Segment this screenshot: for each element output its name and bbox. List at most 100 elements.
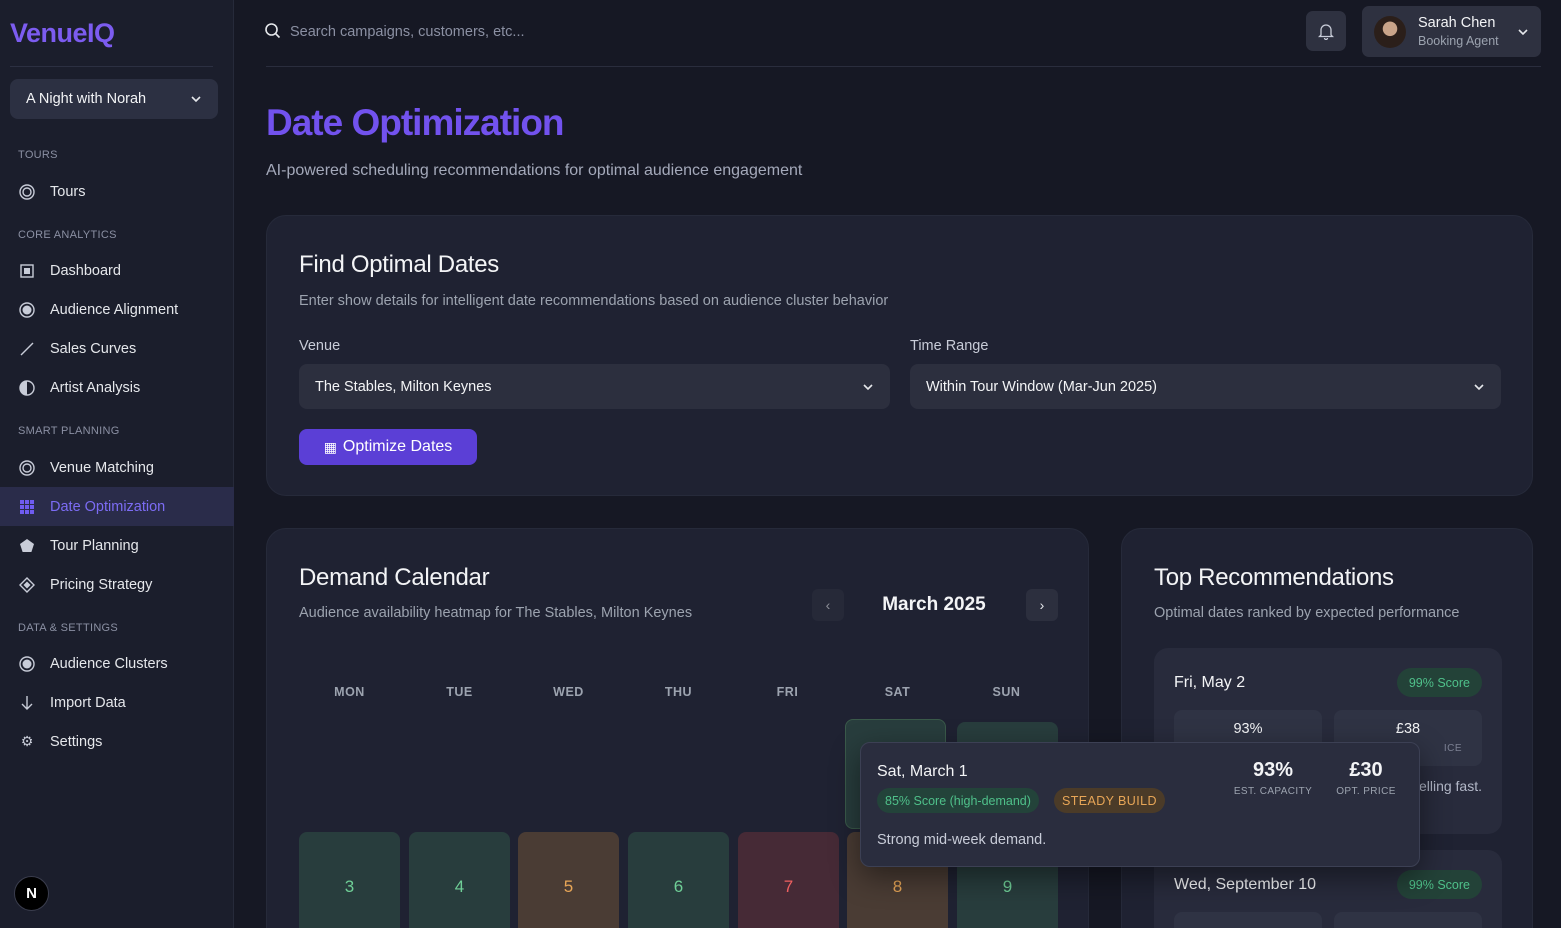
sidebar-item-import-data[interactable]: Import Data <box>0 683 234 722</box>
sidebar-item-label: Tours <box>50 183 86 200</box>
half-circle-icon <box>18 379 36 397</box>
framework-badge[interactable]: N <box>14 876 49 911</box>
day-tooltip: Sat, March 1 85% Score (high-demand) STE… <box>860 742 1420 867</box>
circle-dot-icon <box>18 655 36 673</box>
calendar-day[interactable]: 7 <box>738 832 839 928</box>
sidebar-item-label: Tour Planning <box>50 537 139 554</box>
app-logo[interactable]: VenueIQ <box>10 18 115 49</box>
sidebar-item-label: Artist Analysis <box>50 379 141 396</box>
chevron-down-icon <box>1518 28 1528 35</box>
sidebar-item-audience-alignment[interactable]: Audience Alignment <box>0 290 234 329</box>
search-icon <box>265 23 281 39</box>
sidebar-item-date-optimization[interactable]: Date Optimization <box>0 487 234 526</box>
avatar <box>1374 15 1406 48</box>
price-metric <box>1334 912 1482 928</box>
weekday-header: TUE <box>446 685 473 699</box>
tooltip-date: Sat, March 1 <box>877 763 968 780</box>
score-badge: 85% Score (high-demand) <box>877 788 1039 813</box>
calendar-day[interactable]: 4 <box>409 832 510 928</box>
sidebar-item-label: Audience Clusters <box>50 655 168 672</box>
time-range-select-value: Within Tour Window (Mar-Jun 2025) <box>926 378 1158 395</box>
capacity-metric <box>1174 912 1322 928</box>
calendar-grid-icon <box>18 498 36 516</box>
sidebar-item-label: Audience Alignment <box>50 301 179 318</box>
capacity-label: EST. CAPACITY <box>1233 786 1313 797</box>
prev-month-button[interactable]: ‹ <box>812 589 844 621</box>
sidebar-item-settings[interactable]: ⚙ Settings <box>0 722 234 761</box>
circle-dot-icon <box>18 301 36 319</box>
optimize-dates-button[interactable]: ▦ Optimize Dates <box>299 429 477 465</box>
capacity-value: 93% <box>1252 759 1294 781</box>
price-label: OPT. PRICE <box>1336 786 1396 797</box>
chevron-down-icon <box>1474 383 1484 390</box>
calendar-day[interactable]: 5 <box>518 832 619 928</box>
nav-section-smart-planning: SMART PLANNING <box>18 425 120 437</box>
nav-section-tours: TOURS <box>18 149 58 161</box>
venue-select[interactable]: The Stables, Milton Keynes <box>299 364 890 409</box>
search-input[interactable] <box>290 18 790 46</box>
next-month-button[interactable]: › <box>1026 589 1058 621</box>
tooltip-note: Strong mid-week demand. <box>877 832 1047 848</box>
sidebar-item-audience-clusters[interactable]: Audience Clusters <box>0 644 234 683</box>
divider <box>10 66 213 67</box>
user-menu-button[interactable]: Sarah Chen Booking Agent <box>1362 6 1541 57</box>
weekday-header: WED <box>553 685 584 699</box>
sidebar-item-pricing-strategy[interactable]: Pricing Strategy <box>0 565 234 604</box>
project-select[interactable]: A Night with Norah <box>10 79 218 119</box>
nav-section-data-settings: DATA & SETTINGS <box>18 622 119 634</box>
sidebar-item-label: Sales Curves <box>50 340 137 357</box>
sidebar-item-venue-matching[interactable]: Venue Matching <box>0 448 234 487</box>
top-bar: Sarah Chen Booking Agent <box>234 0 1561 66</box>
user-name: Sarah Chen <box>1418 15 1496 31</box>
trend-badge: STEADY BUILD <box>1054 788 1165 813</box>
chevron-down-icon <box>191 96 201 103</box>
card-title: Demand Calendar <box>299 564 490 591</box>
project-select-value: A Night with Norah <box>26 91 147 107</box>
bell-icon <box>1318 24 1334 40</box>
venue-select-value: The Stables, Milton Keynes <box>315 378 492 395</box>
weekday-header: SAT <box>884 685 911 699</box>
sidebar-item-label: Pricing Strategy <box>50 576 153 593</box>
recommendation-date: Fri, May 2 <box>1174 674 1246 691</box>
time-range-label: Time Range <box>910 338 989 354</box>
card-subtitle: Optimal dates ranked by expected perform… <box>1154 605 1460 621</box>
card-subtitle: Audience availability heatmap for The St… <box>299 605 693 621</box>
weekday-header: FRI <box>776 685 799 699</box>
dashboard-icon <box>18 262 36 280</box>
weekday-header: SUN <box>992 685 1021 699</box>
sidebar-item-label: Date Optimization <box>50 498 166 515</box>
card-title: Find Optimal Dates <box>299 251 500 278</box>
time-range-select[interactable]: Within Tour Window (Mar-Jun 2025) <box>910 364 1501 409</box>
notifications-button[interactable] <box>1306 11 1346 51</box>
demand-calendar-card: Demand Calendar Audience availability he… <box>266 528 1089 928</box>
price-metric: £30 OPT. PRICE <box>1331 759 1401 797</box>
target-icon <box>18 183 36 201</box>
calendar-grid-icon: ▦ <box>323 438 337 455</box>
month-label: March 2025 <box>882 594 986 615</box>
sidebar-item-tours[interactable]: Tours <box>0 172 234 211</box>
sidebar: VenueIQ A Night with Norah TOURS Tours C… <box>0 0 234 928</box>
calendar-day[interactable]: 3 <box>299 832 400 928</box>
line-chart-icon <box>18 340 36 358</box>
capacity-metric: 93% EST. CAPACITY <box>1233 759 1313 797</box>
sidebar-item-tour-planning[interactable]: Tour Planning <box>0 526 234 565</box>
target-icon <box>18 459 36 477</box>
price-value: £38 <box>1395 721 1421 737</box>
page-title: Date Optimization <box>266 102 565 143</box>
score-badge: 99% Score <box>1396 668 1482 697</box>
user-role: Booking Agent <box>1418 34 1499 48</box>
sidebar-item-label: Import Data <box>50 694 126 711</box>
venue-label: Venue <box>299 338 341 354</box>
recommendation-date: Wed, September 10 <box>1174 876 1317 893</box>
sidebar-item-sales-curves[interactable]: Sales Curves <box>0 329 234 368</box>
sidebar-item-label: Settings <box>50 733 103 750</box>
pentagon-icon <box>18 537 36 555</box>
sidebar-item-dashboard[interactable]: Dashboard <box>0 251 234 290</box>
sidebar-item-artist-analysis[interactable]: Artist Analysis <box>0 368 234 407</box>
sidebar-item-label: Venue Matching <box>50 459 154 476</box>
recommendations-card: Top Recommendations Optimal dates ranked… <box>1121 528 1533 928</box>
calendar-day[interactable]: 6 <box>628 832 729 928</box>
weekday-header: THU <box>664 685 693 699</box>
gear-icon: ⚙ <box>20 733 34 749</box>
score-badge: 99% Score <box>1396 870 1482 899</box>
